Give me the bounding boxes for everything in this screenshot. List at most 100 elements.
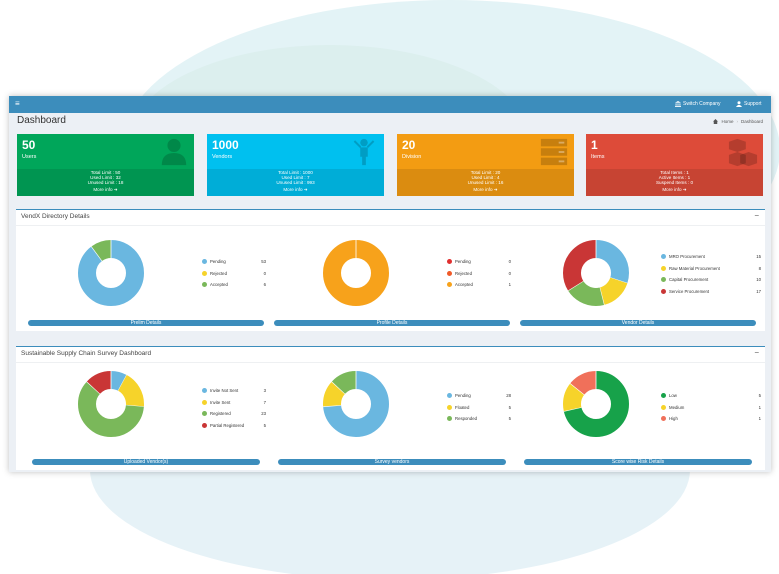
- legend-label: Pending: [455, 393, 471, 398]
- stat-limit-line: Suspend Items : 0: [655, 180, 694, 186]
- chart-footer-bar[interactable]: Survey vendors: [278, 459, 506, 465]
- legend-value: 1: [758, 416, 761, 421]
- legend-label: Floated: [455, 404, 470, 410]
- stat-number: 1000: [212, 138, 239, 152]
- arrow-circle-right-icon: ➜: [113, 186, 118, 192]
- more-info-link[interactable]: More info ➜: [207, 187, 384, 192]
- panel-divider: [16, 225, 765, 226]
- legend-item[interactable]: Pending 28: [447, 392, 511, 399]
- support-button[interactable]: Support: [736, 101, 762, 107]
- donut-chart: [78, 371, 144, 437]
- chart-footer-bar[interactable]: Prelim Details: [28, 320, 264, 326]
- dashboard-window: ≡ Switch Company Support Dashboard Home …: [9, 96, 771, 472]
- legend-item[interactable]: Medium 1: [661, 404, 761, 411]
- legend-item[interactable]: Registered 23: [202, 410, 266, 417]
- legend-item[interactable]: Raw Material Procurement 8: [661, 265, 761, 272]
- minimize-icon[interactable]: −: [754, 211, 759, 220]
- legend-dot: [202, 399, 207, 405]
- legend-dot: [661, 265, 666, 271]
- legend-value: 0: [508, 259, 511, 264]
- stat-limit-line: Unused Limit : 18: [87, 180, 124, 186]
- legend-value: 6: [263, 282, 266, 287]
- legend-item[interactable]: Invite Sent 7: [202, 399, 266, 406]
- legend-dot: [661, 416, 666, 421]
- bank-icon: [675, 101, 681, 107]
- more-info-link[interactable]: More info ➜: [17, 187, 194, 192]
- more-info-label: More info: [283, 186, 304, 192]
- legend-item[interactable]: Responded 5: [447, 415, 511, 422]
- legend-item[interactable]: Accepted 1: [447, 281, 511, 288]
- legend-dot: [202, 388, 207, 393]
- legend-dot: [661, 254, 666, 259]
- legend-item[interactable]: MRO Procurement 15: [661, 253, 761, 260]
- legend-item[interactable]: Partial Registered 5: [202, 422, 266, 429]
- legend-item[interactable]: Service Procurement 17: [661, 288, 761, 295]
- legend-value: 1: [508, 282, 511, 287]
- legend-value: 7: [263, 399, 266, 405]
- legend-dot: [447, 404, 452, 410]
- legend-value: 15: [756, 254, 761, 259]
- minimize-icon[interactable]: −: [754, 348, 759, 357]
- legend-label: Rejected: [210, 270, 227, 276]
- stat-footer: Total Limit : 1000 Used Limit : 7 Unused L…: [207, 169, 384, 196]
- legend-label: Partial Registered: [210, 422, 245, 428]
- user-icon: [161, 138, 187, 166]
- donut-chart: [563, 240, 629, 306]
- legend-value: 8: [758, 265, 761, 271]
- more-info-link[interactable]: More info ➜: [397, 187, 574, 192]
- stat-box-vendors: 1000 Vendors Total Limit : 1000 Used Limit …: [207, 134, 384, 196]
- stat-box-items: 1 Items Total Items : 1 Active Items : 1 Sus…: [586, 134, 763, 196]
- legend-value: 3: [263, 388, 266, 393]
- legend-dot: [661, 393, 666, 398]
- legend-label: Invite Not Sent: [210, 388, 239, 393]
- stat-number: 1: [591, 138, 598, 152]
- legend-value: 0: [263, 270, 266, 276]
- menu-icon[interactable]: ≡: [15, 99, 20, 109]
- stat-label: Vendors: [212, 154, 233, 160]
- legend-label: Rejected: [455, 270, 472, 276]
- legend-value: 1: [758, 404, 761, 410]
- server-icon: [540, 138, 568, 166]
- chart-footer-bar[interactable]: Score wise Risk Details: [524, 459, 752, 465]
- chart-footer-bar[interactable]: Vendor Details: [520, 320, 756, 326]
- legend-item[interactable]: Pending 0: [447, 258, 511, 265]
- legend-value: 53: [261, 259, 266, 264]
- legend-dot: [202, 411, 207, 416]
- breadcrumb-home[interactable]: Home: [721, 119, 733, 124]
- stat-footer: Total Limit : 20 Used Limit : 4 Unused Lim…: [397, 169, 574, 196]
- more-info-link[interactable]: More info ➜: [586, 187, 763, 192]
- legend-label: Capital Procurement: [669, 277, 709, 282]
- stat-number: 50: [22, 138, 36, 152]
- chart-footer-bar[interactable]: Uploaded Vendor(s): [32, 459, 260, 465]
- legend-dot: [202, 282, 207, 287]
- legend-item[interactable]: Rejected 0: [447, 270, 511, 277]
- legend-label: Accepted: [455, 282, 473, 287]
- legend-dot: [661, 404, 666, 410]
- user-icon: [736, 101, 742, 107]
- legend-value: 5: [508, 416, 511, 421]
- arrow-circle-right-icon: ➜: [493, 186, 498, 192]
- chart-footer-bar[interactable]: Profile Details: [274, 320, 510, 326]
- legend-dot: [202, 270, 207, 276]
- legend-dot: [202, 422, 207, 428]
- legend-dot: [447, 393, 452, 398]
- legend-item[interactable]: Rejected 0: [202, 270, 266, 277]
- legend-item[interactable]: Invite Not Sent 3: [202, 387, 266, 394]
- stat-box-users: 50 Users Total Limit : 50 Used Limit : 32 Un…: [17, 134, 194, 196]
- legend-value: 5: [263, 422, 266, 428]
- cubes-icon: [728, 138, 758, 167]
- legend-item[interactable]: Accepted 6: [202, 281, 266, 288]
- legend-item[interactable]: Floated 5: [447, 404, 511, 411]
- legend-item[interactable]: High 1: [661, 415, 761, 422]
- legend-dot: [447, 416, 452, 421]
- stat-footer: Total Items : 1 Active Items : 1 Suspend I…: [586, 169, 763, 196]
- legend-item[interactable]: Low 5: [661, 392, 761, 399]
- legend-value: 5: [508, 404, 511, 410]
- legend-item[interactable]: Capital Procurement 10: [661, 276, 761, 283]
- legend-item[interactable]: Pending 53: [202, 258, 266, 265]
- legend-value: 23: [261, 411, 266, 416]
- switch-company-button[interactable]: Switch Company: [675, 101, 721, 107]
- panel-title: Sustainable Supply Chain Survey Dashboar…: [21, 350, 152, 357]
- legend-label: Low: [669, 393, 677, 398]
- legend-dot: [661, 277, 666, 282]
